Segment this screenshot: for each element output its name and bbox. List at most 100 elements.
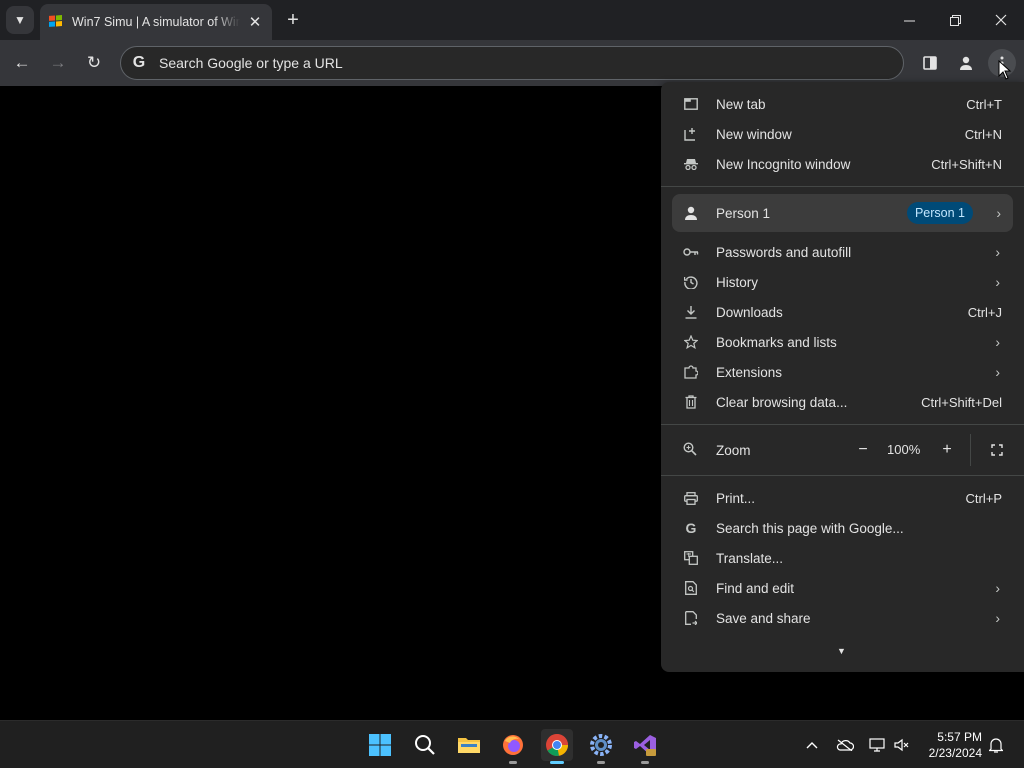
menu-shortcut: Ctrl+Shift+Del — [921, 394, 1002, 410]
zoom-out-button[interactable]: − — [851, 438, 875, 462]
close-icon — [995, 14, 1007, 26]
taskbar-settings[interactable] — [585, 729, 617, 764]
system-clock[interactable]: 5:57 PM 2/23/2024 — [929, 729, 982, 761]
menu-item-print[interactable]: Print... Ctrl+P — [661, 483, 1024, 513]
menu-item-bookmarks[interactable]: Bookmarks and lists › — [661, 327, 1024, 357]
fullscreen-button[interactable] — [985, 438, 1009, 462]
network-icon — [869, 738, 885, 752]
profile-name: Person 1 — [716, 205, 771, 221]
omnibox[interactable]: G — [120, 46, 904, 80]
network-tray-icon[interactable] — [865, 733, 889, 757]
menu-item-new-tab[interactable]: New tab Ctrl+T — [661, 89, 1024, 119]
menu-item-label: Clear browsing data... — [716, 394, 848, 410]
menu-item-label: Save and share — [716, 610, 811, 626]
menu-item-label: Passwords and autofill — [716, 244, 852, 260]
menu-item-label: Search this page with Google... — [716, 520, 904, 536]
win7-logo-icon — [49, 15, 62, 27]
running-indicator — [509, 761, 517, 764]
new-tab-icon — [683, 96, 699, 112]
tab-close-icon[interactable]: ✕ — [246, 13, 264, 31]
chevron-right-icon: › — [995, 334, 1000, 350]
chrome-menu: New tab Ctrl+T New window Ctrl+N New Inc… — [661, 82, 1024, 672]
minimize-icon — [903, 20, 915, 21]
menu-item-label: Bookmarks and lists — [716, 334, 837, 350]
reload-button[interactable]: ↻ — [80, 49, 108, 77]
zoom-label: Zoom — [716, 442, 751, 458]
menu-separator — [661, 186, 1024, 187]
omnibox-input[interactable] — [159, 55, 859, 71]
menu-item-search-page-google[interactable]: G Search this page with Google... — [661, 513, 1024, 543]
back-button[interactable]: ← — [8, 49, 36, 77]
browser-toolbar: ← → ↻ G — [0, 40, 1024, 86]
chevron-right-icon: › — [995, 610, 1000, 626]
new-tab-button[interactable]: + — [282, 8, 304, 32]
menu-item-label: Extensions — [716, 364, 783, 380]
menu-item-clear-browsing-data[interactable]: Clear browsing data... Ctrl+Shift+Del — [661, 387, 1024, 417]
profile-button[interactable] — [952, 49, 980, 77]
restore-icon — [949, 14, 961, 26]
menu-item-profile[interactable]: Person 1 Person 1 › — [672, 194, 1013, 232]
menu-item-translate[interactable]: Translate... — [661, 543, 1024, 573]
print-icon — [683, 490, 699, 506]
share-icon — [683, 610, 699, 626]
menu-item-save-share[interactable]: Save and share › — [661, 603, 1024, 633]
mouse-cursor-icon — [998, 60, 1012, 80]
taskbar-chrome[interactable] — [541, 729, 573, 764]
menu-item-label: New window — [716, 126, 792, 142]
menu-item-label: Translate... — [716, 550, 784, 566]
menu-shortcut: Ctrl+Shift+N — [931, 156, 1002, 172]
menu-item-new-window[interactable]: New window Ctrl+N — [661, 119, 1024, 149]
menu-shortcut: Ctrl+T — [966, 96, 1002, 112]
menu-item-history[interactable]: History › — [661, 267, 1024, 297]
menu-item-downloads[interactable]: Downloads Ctrl+J — [661, 297, 1024, 327]
side-panel-button[interactable] — [916, 49, 944, 77]
onedrive-tray-icon[interactable] — [833, 733, 857, 757]
key-icon — [683, 244, 699, 260]
taskbar-visual-studio[interactable] — [629, 729, 661, 764]
maximize-button[interactable] — [932, 0, 978, 40]
chevron-right-icon: › — [995, 580, 1000, 596]
find-icon — [683, 580, 699, 596]
clock-time: 5:57 PM — [937, 730, 982, 744]
browser-tab[interactable]: Win7 Simu | A simulator of Windows 7 ✕ — [40, 4, 272, 40]
notifications-button[interactable] — [984, 733, 1008, 757]
zoom-icon — [683, 442, 699, 458]
taskbar-file-explorer[interactable] — [453, 729, 485, 761]
menu-item-new-incognito-window[interactable]: New Incognito window Ctrl+Shift+N — [661, 149, 1024, 179]
translate-icon — [683, 550, 699, 566]
arrow-right-icon: → — [49, 53, 67, 72]
profile-badge: Person 1 — [906, 202, 973, 224]
volume-tray-icon[interactable] — [890, 733, 914, 757]
gear-icon — [590, 734, 612, 756]
chevron-down-icon: ▼ — [14, 13, 26, 27]
trash-icon — [683, 394, 699, 410]
forward-button[interactable]: → — [44, 49, 72, 77]
zoom-divider — [970, 434, 971, 466]
taskbar-firefox[interactable] — [497, 729, 529, 764]
menu-item-find-edit[interactable]: Find and edit › — [661, 573, 1024, 603]
history-icon — [683, 274, 699, 290]
tab-search-button[interactable]: ▼ — [6, 6, 34, 34]
cloud-offline-icon — [836, 739, 854, 751]
person-icon — [960, 56, 972, 70]
taskbar: 5:57 PM 2/23/2024 — [0, 720, 1024, 768]
star-icon — [683, 334, 699, 350]
taskbar-search-button[interactable] — [409, 729, 441, 761]
menu-shortcut: Ctrl+J — [967, 304, 1002, 320]
zoom-in-button[interactable]: + — [935, 438, 959, 462]
menu-item-label: New tab — [716, 96, 766, 112]
start-button[interactable] — [364, 729, 396, 761]
show-hidden-icons-button[interactable] — [800, 733, 824, 757]
close-window-button[interactable] — [978, 0, 1024, 40]
chevron-up-icon — [806, 742, 818, 749]
chrome-icon — [546, 734, 568, 756]
google-icon: G — [685, 520, 697, 536]
fullscreen-icon — [991, 444, 1003, 456]
clock-date: 2/23/2024 — [928, 746, 982, 760]
menu-item-passwords-autofill[interactable]: Passwords and autofill › — [661, 237, 1024, 267]
menu-item-extensions[interactable]: Extensions › — [661, 357, 1024, 387]
minimize-button[interactable] — [886, 0, 932, 40]
menu-separator — [661, 424, 1024, 425]
scroll-down-icon[interactable]: ▼ — [837, 646, 846, 656]
bell-icon — [989, 738, 1003, 753]
